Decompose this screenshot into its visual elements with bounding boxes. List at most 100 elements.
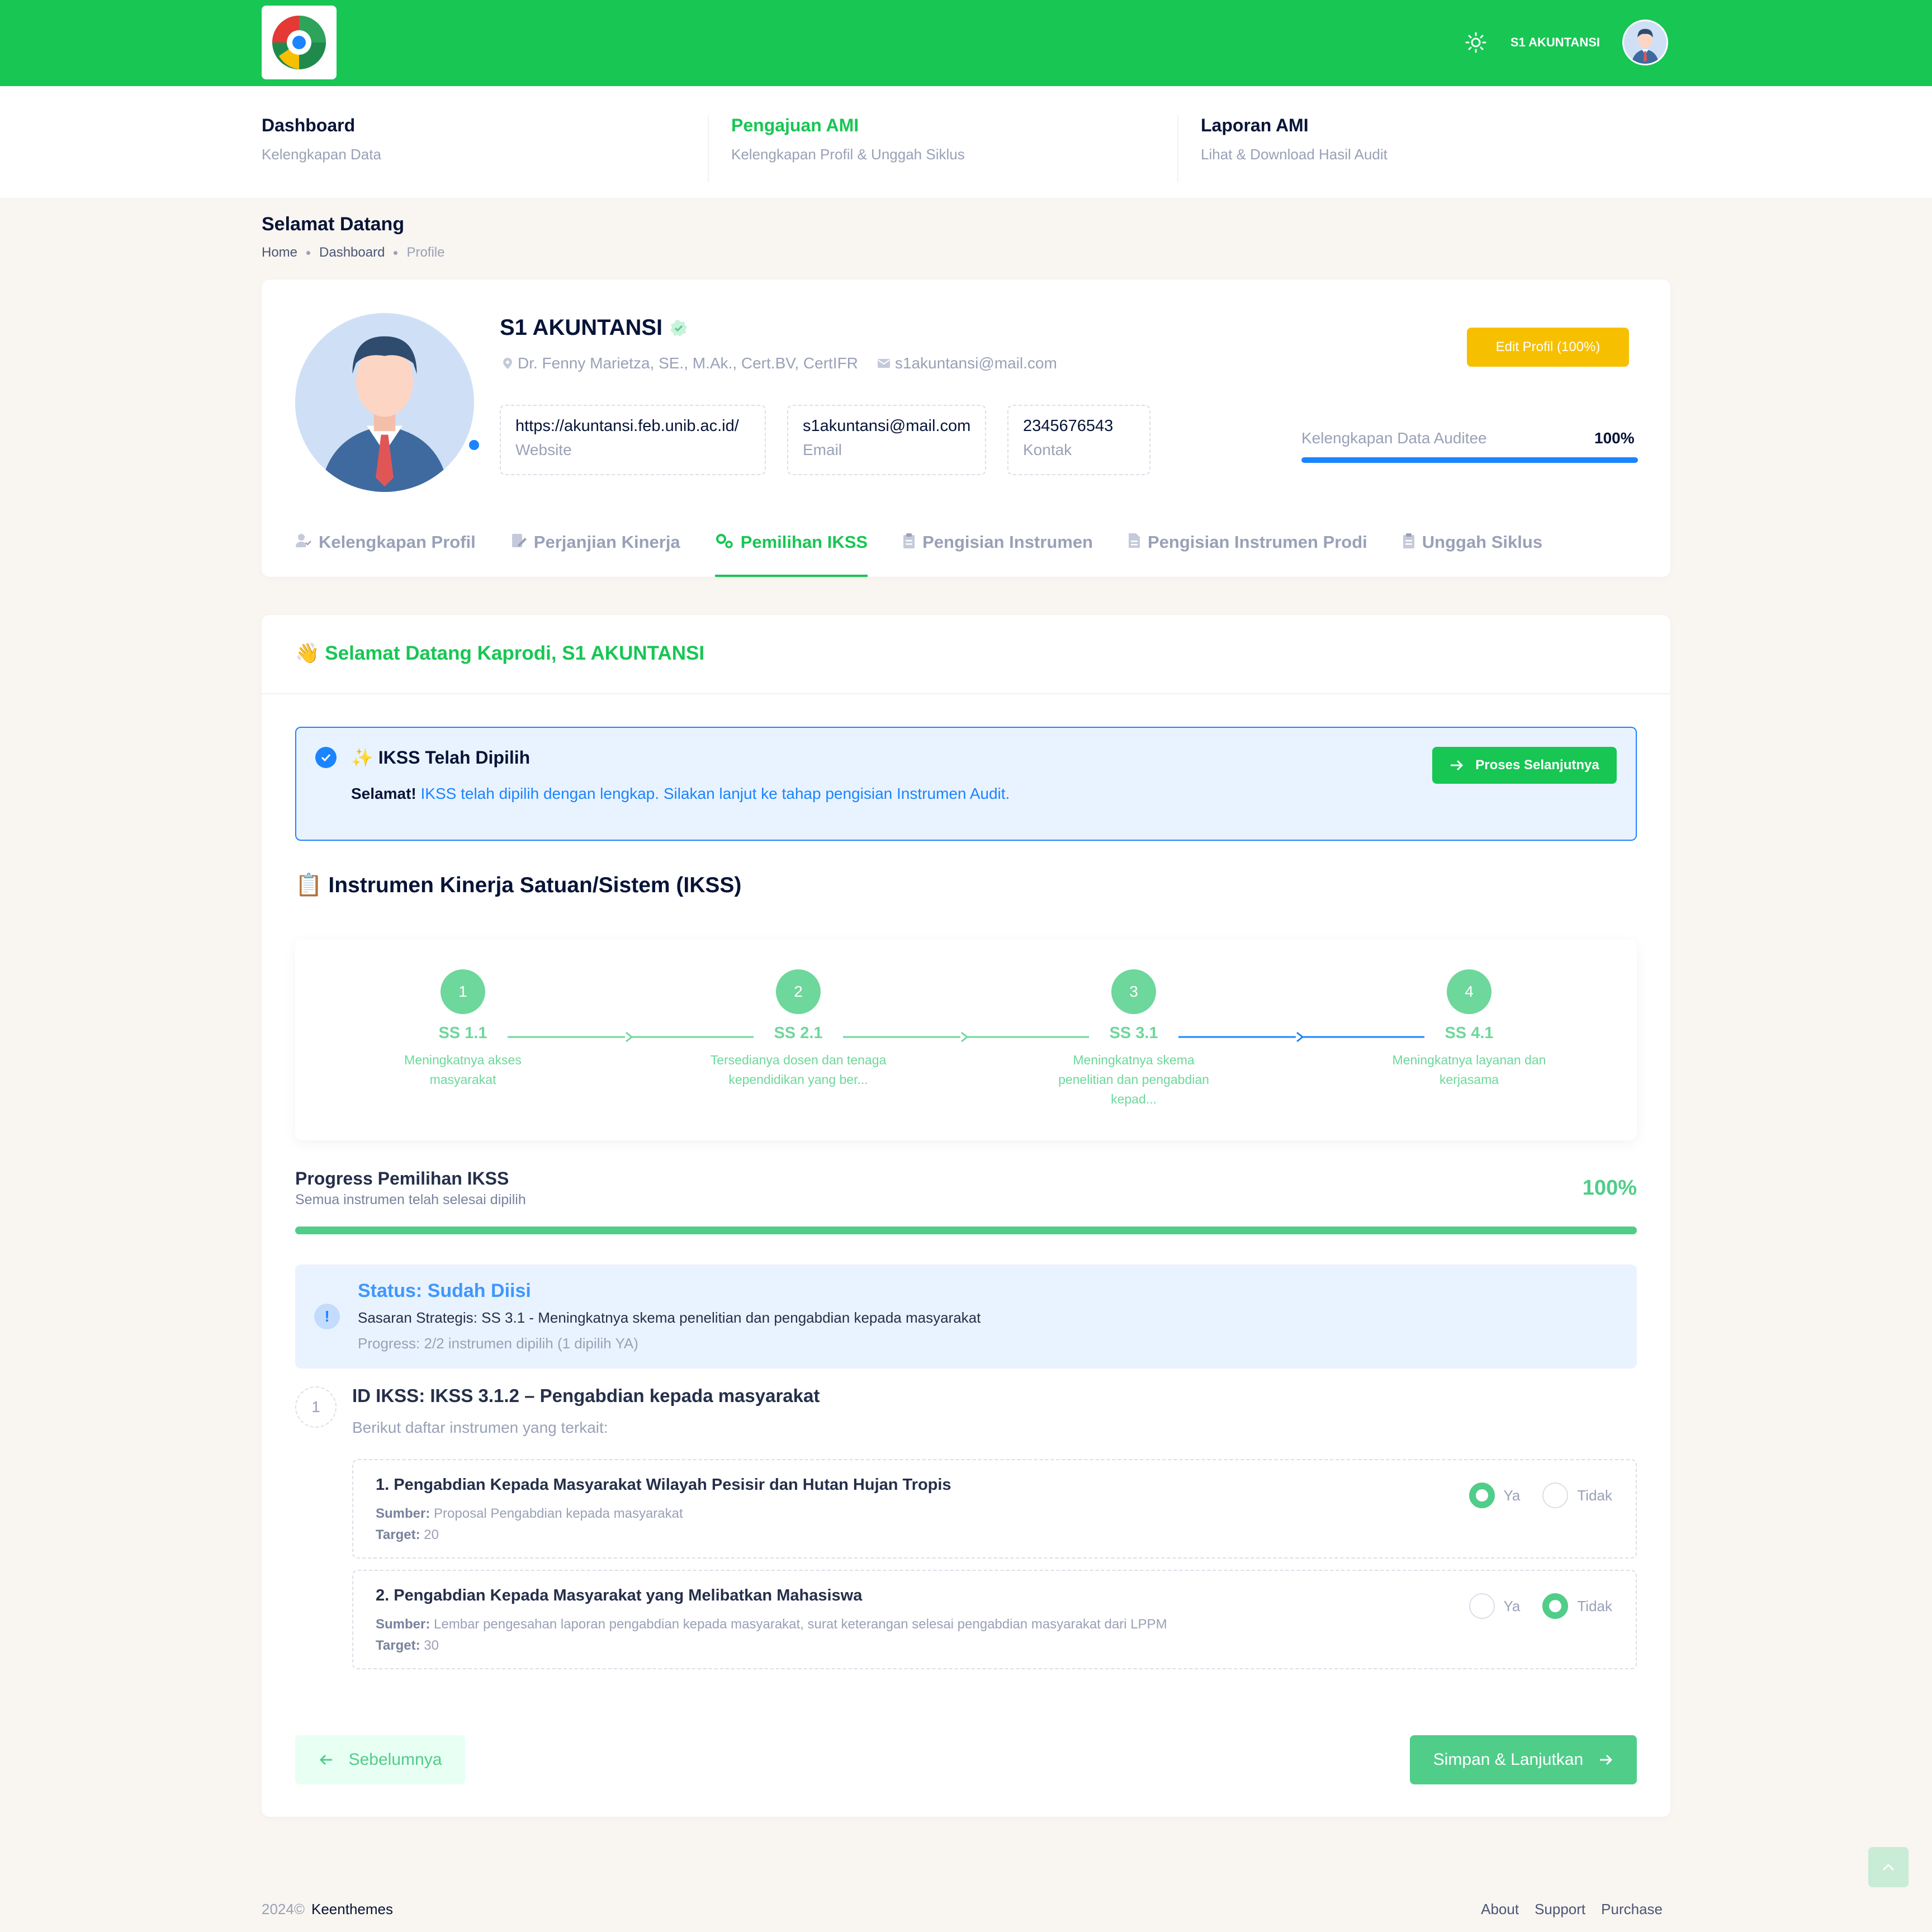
instrument-title: 2. Pengabdian Kepada Masyarakat yang Mel… [376,1587,863,1604]
welcome-name: S1 AKUNTANSI [562,642,705,664]
section-title: 📋 Instrumen Kinerja Satuan/Sistem (IKSS) [295,873,742,897]
online-status-indicator [467,438,481,452]
radio-tidak-label[interactable]: Tidak [1577,1598,1612,1615]
contact-label: Kontak [1023,441,1072,458]
next-process-button[interactable]: Proses Selanjutnya [1432,747,1617,784]
step-number: 1 [441,969,485,1014]
radio-ya[interactable] [1469,1483,1495,1508]
instrument-source: Sumber: Lembar pengesahan laporan pengab… [376,1617,1167,1632]
progress-percent: 100% [1582,1176,1637,1200]
footer-link-support[interactable]: Support [1535,1901,1585,1918]
ikss-subtitle: Berikut daftar instrumen yang terkait: [352,1419,608,1436]
chevron-up-icon [1882,1863,1895,1871]
step-number: 4 [1447,969,1491,1014]
nav-item-pengajuan-ami[interactable]: Pengajuan AMI Kelengkapan Profil & Ungga… [731,115,1178,182]
tab-pengisian-instrumen-prodi[interactable]: Pengisian Instrumen Prodi [1128,525,1367,577]
logo-emblem-icon [272,16,326,69]
step-description: Meningkatnya layanan dan kerjasama [1392,1053,1546,1087]
instrument-title: 1. Pengabdian Kepada Masyarakat Wilayah … [376,1476,951,1494]
step-number: 3 [1111,969,1156,1014]
info-box-email: s1akuntansi@mail.com Email [787,405,986,475]
radio-ya[interactable] [1469,1593,1495,1619]
instrument-target: Target: 30 [376,1638,439,1654]
nav-item-laporan-ami[interactable]: Laporan AMI Lihat & Download Hasil Audit [1201,115,1648,182]
nav-title: Dashboard [262,115,356,135]
progress-subtitle: Semua instrumen telah selesai dipilih [295,1192,526,1208]
source-value: Lembar pengesahan laporan pengabdian kep… [434,1617,1167,1632]
previous-label: Sebelumnya [348,1750,442,1769]
website-value[interactable]: https://akuntansi.feb.unib.ac.id/ [515,417,750,435]
top-header: S1 AKUNTANSI [0,0,1932,86]
info-exclamation-icon: ! [314,1304,340,1329]
alert-body: IKSS telah dipilih dengan lengkap. Silak… [420,785,1010,802]
source-label: Sumber: [376,1617,430,1632]
footer-brand[interactable]: Keenthemes [311,1901,393,1917]
radio-tidak[interactable] [1542,1593,1569,1619]
arrow-left-icon [319,1754,332,1765]
theme-toggle-sun-icon[interactable] [1464,30,1488,55]
tab-kelengkapan-profil[interactable]: Kelengkapan Profil [295,525,476,577]
location-pin-icon [503,358,512,369]
tab-pengisian-instrumen[interactable]: Pengisian Instrumen [902,525,1093,577]
instrument-item: 1. Pengabdian Kepada Masyarakat Wilayah … [352,1459,1637,1559]
tab-label: Unggah Siklus [1422,532,1543,552]
profile-meta: Dr. Fenny Marietza, SE., M.Ak., Cert.BV,… [502,354,1057,372]
edit-profile-button[interactable]: Edit Profil (100%) [1467,328,1629,367]
tab-label: Pemilihan IKSS [740,532,868,552]
source-value: Proposal Pengabdian kepada masyarakat [434,1506,683,1521]
completeness-label: Kelengkapan Data Auditee [1301,429,1487,447]
document-edit-icon [512,534,527,547]
radio-ya-label[interactable]: Ya [1504,1487,1521,1504]
profile-card: S1 AKUNTANSI Dr. Fenny Marietza, SE., M.… [262,280,1670,577]
footer-link-about[interactable]: About [1481,1901,1519,1918]
breadcrumb-home[interactable]: Home [262,245,297,261]
status-title: Status: Sudah Diisi [358,1280,531,1301]
yes-no-radio-group: Ya Tidak [1469,1593,1612,1619]
nav-subtitle: Kelengkapan Profil & Unggah Siklus [731,146,965,163]
footer-year: 2024© [262,1901,305,1917]
profile-tabs: Kelengkapan Profil Perjanjian Kinerja Pe… [295,525,1542,577]
divider [262,693,1670,694]
header-user-name[interactable]: S1 AKUNTANSI [1510,35,1600,50]
alert-strong: Selamat! [351,785,416,802]
step-description: Meningkatnya akses masyarakat [404,1053,522,1087]
ikss-id: ID IKSS: IKSS 3.1.2 – Pengabdian kepada … [352,1385,820,1406]
step-number: 2 [776,969,821,1014]
welcome-prefix: 👋 Selamat Datang Kaprodi, [295,642,557,664]
status-strategic-target: Sasaran Strategis: SS 3.1 - Meningkatnya… [358,1309,981,1326]
footer-link-purchase[interactable]: Purchase [1601,1901,1663,1918]
step-connector-3-icon [1178,1031,1424,1043]
arrow-right-icon [1451,760,1464,771]
radio-tidak-label[interactable]: Tidak [1577,1487,1612,1504]
radio-tidak[interactable] [1542,1483,1569,1508]
breadcrumb-dashboard[interactable]: Dashboard [319,245,385,261]
scroll-to-top-button[interactable] [1868,1847,1909,1887]
ikss-selected-alert: ✨ IKSS Telah Dipilih Selamat! IKSS telah… [295,727,1637,841]
nav-item-dashboard[interactable]: Dashboard Kelengkapan Data [262,115,709,182]
logo[interactable] [262,6,337,79]
tab-pemilihan-ikss[interactable]: Pemilihan IKSS [714,525,868,577]
instrument-source: Sumber: Proposal Pengabdian kepada masya… [376,1506,683,1522]
tab-unggah-siklus[interactable]: Unggah Siklus [1402,525,1542,577]
target-value: 20 [424,1527,439,1542]
progress-title: Progress Pemilihan IKSS [295,1168,509,1188]
step-description: Tersedianya dosen dan tenaga kependidika… [710,1053,887,1087]
email-label: Email [803,441,842,458]
tab-label: Perjanjian Kinerja [533,532,680,552]
save-continue-button[interactable]: Simpan & Lanjutkan [1410,1735,1637,1784]
nav-title: Pengajuan AMI [731,115,859,135]
target-label: Target: [376,1527,420,1542]
status-box: ! Status: Sudah Diisi Sasaran Strategis:… [295,1265,1637,1368]
ikss-stepper: 1 SS 1.1 Meningkatnya akses masyarakat 2… [295,939,1637,1140]
radio-ya-label[interactable]: Ya [1504,1598,1521,1615]
website-label: Website [515,441,572,458]
header-avatar[interactable] [1622,20,1668,65]
previous-button[interactable]: Sebelumnya [295,1735,465,1784]
contact-value: 2345676543 [1023,417,1114,435]
profile-email[interactable]: s1akuntansi@mail.com [895,354,1057,372]
breadcrumb-separator [306,250,311,255]
mail-icon [877,359,890,368]
source-label: Sumber: [376,1506,430,1521]
tab-perjanjian-kinerja[interactable]: Perjanjian Kinerja [510,525,680,577]
step-description: Meningkatnya skema penelitian dan pengab… [1058,1053,1209,1106]
